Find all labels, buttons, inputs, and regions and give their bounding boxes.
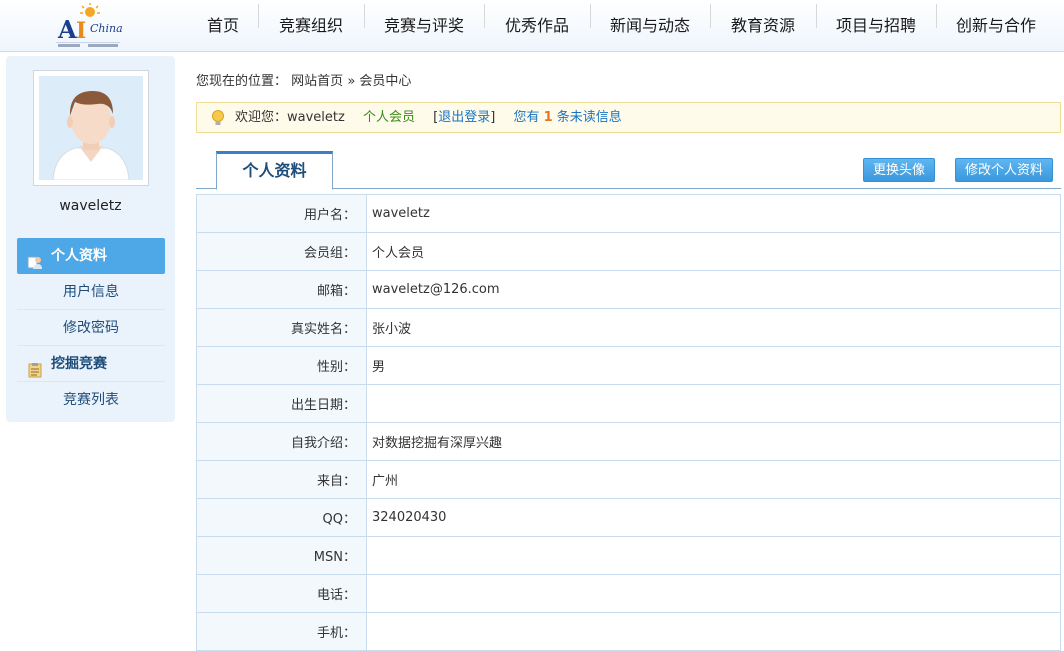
table-row: 邮箱： waveletz@126.com bbox=[196, 270, 1061, 309]
sidebar-menu: 个人资料 用户信息 修改密码 挖掘竞赛 竞赛列表 bbox=[17, 238, 165, 418]
field-label: 电话： bbox=[196, 574, 367, 613]
sidebar-username: waveletz bbox=[59, 198, 122, 214]
nav-item-innovation-cooperation[interactable]: 创新与合作 bbox=[936, 0, 1056, 52]
user-profile-icon bbox=[27, 248, 43, 269]
unread-count: 1 bbox=[543, 110, 553, 125]
nav-item-news[interactable]: 新闻与动态 bbox=[590, 0, 710, 52]
field-value: 广州 bbox=[366, 460, 1061, 499]
field-value bbox=[366, 574, 1061, 613]
field-label: QQ： bbox=[196, 498, 367, 537]
field-value bbox=[366, 536, 1061, 575]
table-row: 手机： bbox=[196, 612, 1061, 651]
profile-table: 用户名： waveletz 会员组： 个人会员 邮箱： waveletz@126.com 真… bbox=[196, 194, 1061, 651]
nav-item-contest-awards[interactable]: 竞赛与评奖 bbox=[364, 0, 484, 52]
sidebar: waveletz 个人资料 用户信息 修改密码 挖掘竞赛 竞赛列表 bbox=[6, 56, 175, 422]
field-value: waveletz@126.com bbox=[366, 270, 1061, 309]
sidebar-section-title: 个人资料 bbox=[51, 248, 107, 264]
breadcrumb-separator: » bbox=[347, 74, 356, 89]
field-value: 个人会员 bbox=[366, 232, 1061, 271]
top-navigation-bar: A I China 首页 竞赛组织 竞赛与评奖 优秀作品 新闻与动态 教育资源 项目与招聘创… bbox=[0, 0, 1064, 52]
unread-messages-link[interactable]: 您有 1 条未读信息 bbox=[513, 110, 621, 125]
field-value: 张小波 bbox=[366, 308, 1061, 347]
tab-profile[interactable]: 个人资料 bbox=[216, 151, 333, 190]
edit-profile-button[interactable]: 修改个人资料 bbox=[955, 158, 1054, 182]
svg-text:I: I bbox=[76, 18, 86, 44]
table-row: 用户名： waveletz bbox=[196, 194, 1061, 233]
nav-item-projects-recruitment[interactable]: 项目与招聘 bbox=[816, 0, 936, 52]
field-label: MSN： bbox=[196, 536, 367, 575]
table-row: 电话： bbox=[196, 574, 1061, 613]
logout-bracket-close: ] bbox=[490, 110, 496, 125]
unread-suffix: 条未读信息 bbox=[556, 110, 622, 125]
profile-tab-bar: 个人资料 更换头像 修改个人资料 bbox=[196, 150, 1061, 190]
sidebar-item-contest-list[interactable]: 竞赛列表 bbox=[17, 382, 165, 418]
svg-text:A: A bbox=[57, 15, 77, 44]
lightbulb-icon bbox=[211, 109, 225, 127]
field-label: 用户名： bbox=[196, 194, 367, 233]
field-value: 对数据挖掘有深厚兴趣 bbox=[366, 422, 1061, 461]
sidebar-section-profile[interactable]: 个人资料 bbox=[17, 238, 165, 274]
sidebar-item-user-info[interactable]: 用户信息 bbox=[17, 274, 165, 310]
table-row: 性别：男 bbox=[196, 346, 1061, 385]
clipboard-icon bbox=[27, 356, 43, 378]
table-row: 自我介绍： 对数据挖掘有深厚兴趣 bbox=[196, 422, 1061, 461]
breadcrumb: 您现在的位置： 网站首页 » 会员中心 bbox=[196, 70, 411, 89]
field-value: 324020430 bbox=[366, 498, 1061, 537]
field-value: 男 bbox=[366, 346, 1061, 385]
field-label: 性别： bbox=[196, 346, 367, 385]
member-type: 个人会员 bbox=[362, 110, 415, 125]
main-nav: 首页 竞赛组织 竞赛与评奖 优秀作品 新闻与动态 教育资源 项目与招聘 创新与合作 bbox=[188, 0, 1056, 52]
table-row: 来自： 广州 bbox=[196, 460, 1061, 499]
field-label: 会员组： bbox=[196, 232, 367, 271]
logout-link[interactable]: 退出登录 bbox=[438, 110, 490, 125]
nav-item-contest-organization[interactable]: 竞赛组织 bbox=[258, 0, 364, 52]
breadcrumb-prefix: 您现在的位置： bbox=[196, 74, 288, 89]
default-avatar-image bbox=[39, 76, 143, 180]
field-label: 自我介绍： bbox=[196, 422, 367, 461]
sidebar-section-contest[interactable]: 挖掘竞赛 bbox=[17, 346, 165, 382]
avatar bbox=[33, 70, 149, 186]
table-row: MSN： bbox=[196, 536, 1061, 575]
site-logo[interactable]: A I China bbox=[50, 2, 130, 50]
svg-text:China: China bbox=[90, 22, 123, 35]
field-label: 真实姓名： bbox=[196, 308, 367, 347]
field-value: waveletz bbox=[366, 194, 1061, 233]
nav-item-excellent-works[interactable]: 优秀作品 bbox=[484, 0, 590, 52]
field-value bbox=[366, 612, 1061, 651]
change-avatar-button[interactable]: 更换头像 bbox=[863, 158, 936, 182]
table-row: QQ： 324020430 bbox=[196, 498, 1061, 537]
field-label: 来自： bbox=[196, 460, 367, 499]
table-row: 真实姓名： 张小波 bbox=[196, 308, 1061, 347]
unread-prefix: 您有 bbox=[513, 110, 540, 125]
field-label: 手机： bbox=[196, 612, 367, 651]
table-row: 会员组： 个人会员 bbox=[196, 232, 1061, 271]
field-value bbox=[366, 384, 1061, 423]
field-label: 邮箱： bbox=[196, 270, 367, 309]
breadcrumb-current: 会员中心 bbox=[359, 74, 412, 89]
sidebar-section-title: 挖掘竞赛 bbox=[51, 356, 107, 372]
welcome-bar: 欢迎您：waveletz 个人会员 [退出登录] 您有 1 条未读信息 bbox=[196, 102, 1061, 133]
welcome-greeting: 欢迎您：waveletz bbox=[235, 110, 345, 125]
table-row: 出生日期： bbox=[196, 384, 1061, 423]
field-label: 出生日期： bbox=[196, 384, 367, 423]
breadcrumb-home-link[interactable]: 网站首页 bbox=[291, 74, 343, 89]
nav-item-education-resources[interactable]: 教育资源 bbox=[710, 0, 816, 52]
sidebar-item-change-password[interactable]: 修改密码 bbox=[17, 310, 165, 346]
nav-item-home[interactable]: 首页 bbox=[188, 0, 258, 52]
logout-group: [退出登录] bbox=[433, 110, 495, 125]
